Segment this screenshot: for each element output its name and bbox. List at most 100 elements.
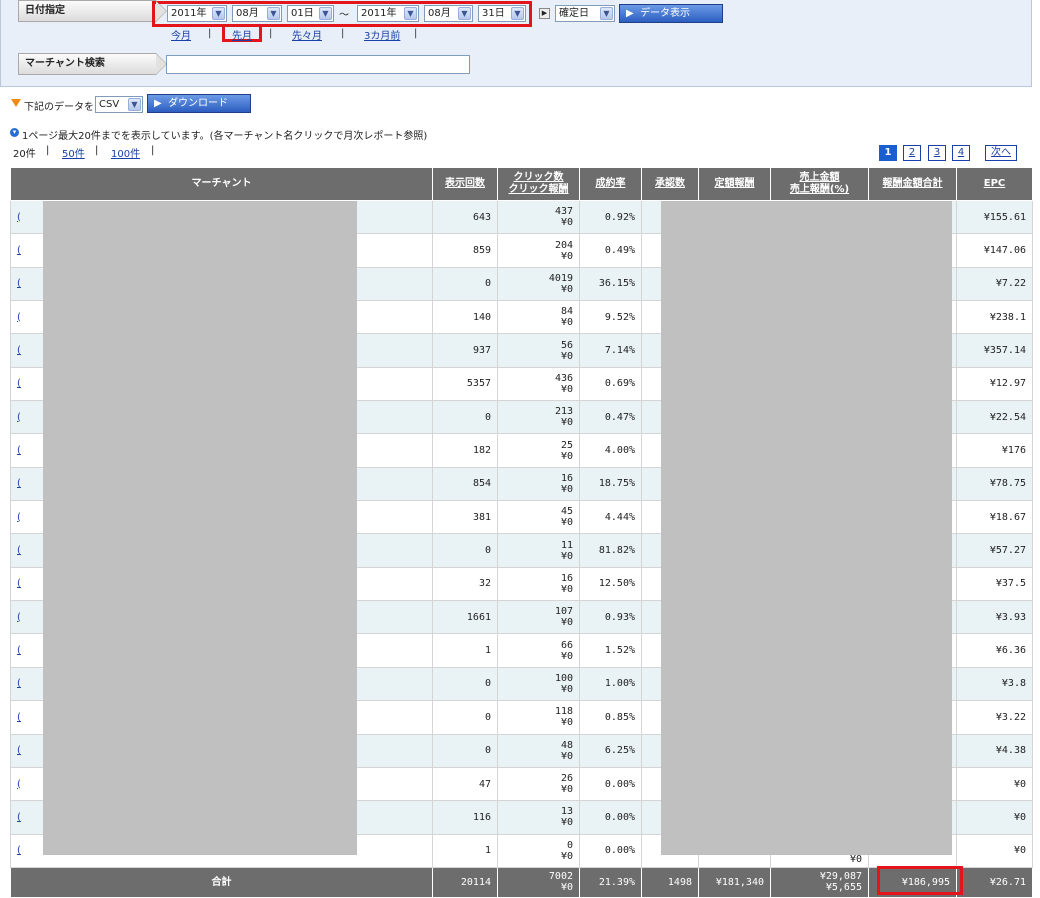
three-months-ago-link[interactable]: 3カ月前 <box>364 27 400 42</box>
merchant-link[interactable]: ( <box>17 545 21 556</box>
epc-cell: ¥22.54 <box>956 400 1033 435</box>
from-month-select[interactable]: 08月 ▼ <box>232 5 282 22</box>
merchant-link[interactable]: ( <box>17 412 21 423</box>
last-month-link[interactable]: 先月 <box>232 27 252 42</box>
click-reward-value: ¥0 <box>560 517 573 529</box>
per-page-100-link[interactable]: 100件 <box>111 145 140 160</box>
click-reward-value: ¥0 <box>560 617 573 629</box>
merchant-search-input[interactable] <box>166 55 470 74</box>
click-reward-value: ¥0 <box>560 250 573 262</box>
download-button[interactable]: ▶ ダウンロード <box>147 94 251 113</box>
two-months-ago-link[interactable]: 先々月 <box>292 27 322 42</box>
conversion-cell: 9.52% <box>579 300 642 335</box>
impressions-cell: 0 <box>432 533 498 568</box>
clicks-value: 56 <box>560 339 573 351</box>
conversion-cell: 81.82% <box>579 533 642 568</box>
merchant-link[interactable]: ( <box>17 378 21 389</box>
merchant-link[interactable]: ( <box>17 678 21 689</box>
chevron-down-icon: ▼ <box>600 7 613 20</box>
clicks-value: 48 <box>560 739 573 751</box>
merchant-link[interactable]: ( <box>17 779 21 790</box>
click-reward-value: ¥0 <box>560 784 573 796</box>
clicks-value: 45 <box>560 506 573 518</box>
separator: | <box>341 28 345 39</box>
clicks-value: 0 <box>566 839 573 851</box>
chevron-down-icon: ▼ <box>404 7 417 20</box>
col-approved[interactable]: 承認数 <box>641 167 699 201</box>
export-format-select[interactable]: CSV ▼ <box>95 96 143 113</box>
merchant-link[interactable]: ( <box>17 745 21 756</box>
col-clicks[interactable]: クリック数 クリック報酬 <box>497 167 580 201</box>
date-filter-label: 日付指定 <box>18 0 167 22</box>
total-epc: ¥26.71 <box>956 866 1033 898</box>
col-sales[interactable]: 売上金額 売上報酬(%) <box>770 167 869 201</box>
epc-cell: ¥57.27 <box>956 533 1033 568</box>
merchant-link[interactable]: ( <box>17 512 21 523</box>
merchant-link[interactable]: ( <box>17 478 21 489</box>
clicks-cell: 11 ¥0 <box>497 533 580 568</box>
col-conversion[interactable]: 成約率 <box>579 167 642 201</box>
merchant-link[interactable]: ( <box>17 312 21 323</box>
merchant-link[interactable]: ( <box>17 245 21 256</box>
clicks-cell: 56 ¥0 <box>497 333 580 368</box>
col-impressions[interactable]: 表示回数 <box>432 167 498 201</box>
merchant-link[interactable]: ( <box>17 612 21 623</box>
page-4[interactable]: 4 <box>952 145 970 161</box>
download-label: ダウンロード <box>168 98 229 109</box>
merchant-link[interactable]: ( <box>17 712 21 723</box>
merchant-link[interactable]: ( <box>17 845 21 856</box>
next-page-link[interactable]: 次へ <box>985 145 1017 161</box>
col-fixed-reward[interactable]: 定額報酬 <box>698 167 771 201</box>
impressions-cell: 0 <box>432 733 498 768</box>
merchant-link[interactable]: ( <box>17 812 21 823</box>
conversion-cell: 4.00% <box>579 433 642 468</box>
merchant-link[interactable]: ( <box>17 345 21 356</box>
click-reward-value: ¥0 <box>560 217 573 229</box>
date-type-select[interactable]: 確定日 ▼ <box>555 5 615 22</box>
this-month-link[interactable]: 今月 <box>171 27 191 42</box>
epc-cell: ¥18.67 <box>956 500 1033 535</box>
epc-cell: ¥147.06 <box>956 233 1033 268</box>
click-reward-value: ¥0 <box>560 650 573 662</box>
clicks-cell: 437 ¥0 <box>497 199 580 235</box>
page-2[interactable]: 2 <box>903 145 921 161</box>
page-3[interactable]: 3 <box>928 145 946 161</box>
chevron-down-icon: ▼ <box>128 98 141 111</box>
merchant-link[interactable]: ( <box>17 578 21 589</box>
impressions-cell: 859 <box>432 233 498 268</box>
impressions-cell: 0 <box>432 666 498 702</box>
col-epc[interactable]: EPC <box>956 167 1033 201</box>
play-icon: ▶ <box>626 8 634 19</box>
merchant-link[interactable]: ( <box>17 278 21 289</box>
show-data-button[interactable]: ▶ データ表示 <box>619 4 723 23</box>
from-day-select[interactable]: 01日 ▼ <box>287 5 334 22</box>
epc-cell: ¥0 <box>956 800 1033 835</box>
conversion-cell: 0.00% <box>579 800 642 835</box>
clicks-value: 204 <box>554 239 573 251</box>
epc-cell: ¥155.61 <box>956 199 1033 235</box>
orange-triangle-icon <box>11 99 21 107</box>
clicks-value: 118 <box>554 706 573 718</box>
to-year-select[interactable]: 2011年 ▼ <box>357 5 419 22</box>
impressions-cell: 1 <box>432 633 498 668</box>
conversion-cell: 1.52% <box>579 633 642 668</box>
merchant-link[interactable]: ( <box>17 445 21 456</box>
impressions-cell: 32 <box>432 566 498 602</box>
clicks-cell: 84 ¥0 <box>497 300 580 335</box>
from-year-select[interactable]: 2011年 ▼ <box>167 5 227 22</box>
conversion-cell: 4.44% <box>579 500 642 535</box>
to-day-select[interactable]: 31日 ▼ <box>478 5 526 22</box>
to-month-select[interactable]: 08月 ▼ <box>424 5 473 22</box>
per-page-50-link[interactable]: 50件 <box>62 145 85 160</box>
col-total-reward[interactable]: 報酬金額合計 <box>868 167 957 201</box>
range-tilde: ～ <box>339 10 349 21</box>
clicks-cell: 66 ¥0 <box>497 633 580 668</box>
conversion-cell: 1.00% <box>579 666 642 702</box>
redacted-reward-columns <box>661 201 952 855</box>
click-reward-value: ¥0 <box>560 450 573 462</box>
merchant-link[interactable]: ( <box>17 212 21 223</box>
chevron-down-icon: ▼ <box>212 7 225 20</box>
page-1[interactable]: 1 <box>879 145 897 161</box>
merchant-link[interactable]: ( <box>17 645 21 656</box>
total-approved: 1498 <box>641 866 699 898</box>
